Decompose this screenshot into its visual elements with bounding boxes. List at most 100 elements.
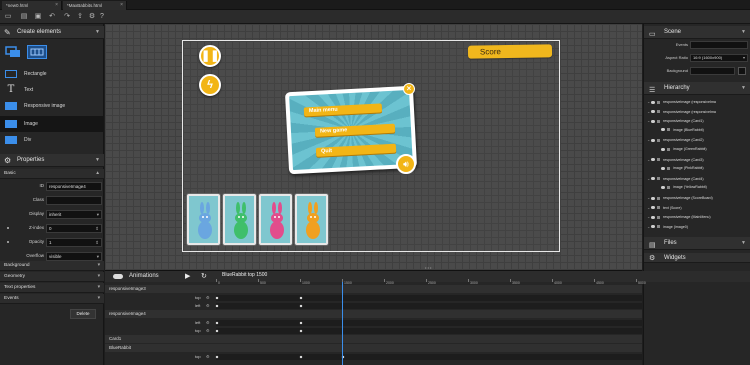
create-responsive-image[interactable]: Responsive image (0, 98, 104, 114)
hierarchy-row[interactable]: ⌄ responsiveImage (ScoreBoard) (647, 193, 713, 203)
create-rectangle[interactable]: Rectangle (0, 66, 104, 82)
close-icon[interactable]: × (120, 1, 123, 10)
card-1[interactable] (187, 194, 220, 245)
hierarchy-header[interactable]: ☰ Hierarchy ▼ (644, 82, 750, 95)
menu-close-button[interactable]: × (403, 83, 415, 95)
text-properties-section-header[interactable]: Text properties ▾ (0, 283, 104, 293)
eye-icon[interactable] (661, 128, 665, 132)
new-game-button[interactable]: New game (314, 123, 396, 137)
delete-button[interactable]: Delete (70, 309, 96, 319)
lock-icon[interactable] (657, 138, 660, 142)
gear-icon[interactable]: ⚙ (206, 294, 210, 302)
card-3[interactable] (259, 194, 292, 245)
prop-overflow-select[interactable]: visible ▾ (46, 252, 102, 261)
lock-icon[interactable] (657, 100, 660, 104)
keyframe-marker[interactable] (299, 321, 303, 325)
lock-icon[interactable] (667, 166, 670, 170)
eye-icon[interactable] (651, 138, 655, 142)
keyframe-dot-icon[interactable] (7, 227, 9, 229)
hierarchy-row[interactable]: image (BlueRabbit) (657, 126, 704, 136)
undo-icon[interactable]: ↶ (47, 12, 57, 22)
tab-maxbabbits[interactable]: *MaxBabbits.html × (63, 1, 127, 10)
create-image[interactable]: Image (0, 116, 104, 132)
hierarchy-row[interactable]: ⌄ responsiveImage (Card1) (647, 116, 704, 126)
tab-new0[interactable]: *new0.html × (2, 1, 62, 10)
eye-icon[interactable] (661, 185, 665, 189)
keyframe-track[interactable] (215, 354, 642, 360)
stepper-icon[interactable]: ⇕ (95, 239, 99, 246)
export-icon[interactable]: ⇪ (75, 12, 85, 22)
gear-icon[interactable]: ⚙ (206, 327, 210, 335)
lock-icon[interactable] (657, 119, 660, 123)
hierarchy-row[interactable]: ⌄ image (image0) (647, 222, 688, 232)
hierarchy-row[interactable]: ⌄ responsiveImage (Card3) (647, 155, 704, 165)
eye-icon[interactable] (651, 158, 655, 162)
card-2[interactable] (223, 194, 256, 245)
timeline-group[interactable]: BlueRabbit (105, 344, 642, 352)
keyframe-track[interactable] (215, 320, 642, 326)
lock-icon[interactable] (657, 177, 660, 181)
redo-icon[interactable]: ↷ (62, 12, 72, 22)
keyframe-dot-icon[interactable] (7, 241, 9, 243)
resize-handle[interactable]: • • • (425, 266, 439, 270)
timeline-group[interactable]: responsiveImage3 (105, 285, 642, 293)
keyframe-marker[interactable] (215, 296, 219, 300)
power-button-element[interactable]: ϟ (199, 74, 221, 96)
close-icon[interactable]: × (55, 1, 58, 10)
hierarchy-row[interactable]: ⌄ responsiveImage (MainMenu) (647, 212, 711, 222)
quit-button[interactable]: Quit (315, 143, 397, 157)
eye-icon[interactable] (651, 110, 655, 114)
open-folder-icon[interactable]: ▤ (19, 12, 29, 22)
keyframe-marker[interactable] (299, 296, 303, 300)
timeline-group[interactable]: Card1 (105, 335, 642, 343)
scene-aspect-select[interactable]: 16:9 (1600x900) ▾ (690, 54, 748, 62)
lock-icon[interactable] (667, 147, 670, 151)
lock-icon[interactable] (657, 215, 660, 219)
scene-header[interactable]: ▭ Scene ▼ (644, 26, 750, 39)
keyframe-marker[interactable] (215, 321, 219, 325)
eye-icon[interactable] (651, 206, 655, 210)
shapes-mode-button[interactable] (2, 44, 24, 60)
prop-opacity-stepper[interactable]: 1 ⇕ (46, 238, 102, 247)
pause-button-element[interactable]: ❚❚ (199, 45, 221, 67)
geometry-section-header[interactable]: Geometry ▾ (0, 272, 104, 282)
color-swatch[interactable] (738, 67, 746, 75)
hierarchy-row[interactable]: image (PinkRabbit) (657, 164, 704, 174)
eye-icon[interactable] (651, 215, 655, 219)
score-board[interactable]: Score (467, 44, 553, 59)
keyframe-marker[interactable] (215, 329, 219, 333)
eye-icon[interactable] (651, 119, 655, 123)
help-icon[interactable]: ? (97, 12, 107, 22)
stepper-icon[interactable]: ⇕ (95, 225, 99, 232)
prop-class-input[interactable] (46, 196, 102, 205)
hierarchy-row[interactable]: ⌄ responsiveImage (responsiveIma (647, 107, 716, 117)
hierarchy-row[interactable]: image (YellowRabbit) (657, 183, 707, 193)
lock-icon[interactable] (657, 110, 660, 114)
lock-icon[interactable] (657, 206, 660, 210)
prop-id-input[interactable]: responsiveImage4 (46, 182, 102, 191)
canvas[interactable]: ❚❚ ϟ Score Main menu New game Quit × 🔊︎ … (105, 24, 642, 270)
main-menu-button[interactable]: Main menu (303, 103, 383, 117)
create-div[interactable]: Div (0, 132, 104, 148)
scene-background-input[interactable] (690, 67, 735, 75)
keyframe-marker[interactable] (299, 329, 303, 333)
responsive-mode-button[interactable] (27, 45, 47, 59)
new-file-icon[interactable]: ▭ (3, 12, 13, 22)
eye-icon[interactable] (651, 196, 655, 200)
keyframe-track[interactable] (215, 303, 642, 309)
hierarchy-row[interactable]: ⌄ responsiveImage (Card4) (647, 174, 704, 184)
eye-icon[interactable] (661, 166, 665, 170)
keyframe-marker[interactable] (299, 304, 303, 308)
settings-icon[interactable]: ⚙ (87, 12, 97, 22)
keyframe-marker[interactable] (299, 355, 303, 359)
gear-icon[interactable]: ⚙ (206, 319, 210, 327)
eye-icon[interactable] (651, 177, 655, 181)
hierarchy-row[interactable]: ⌄ text (Score) (647, 203, 682, 213)
widgets-header[interactable]: ⚙ Widgets (644, 253, 750, 263)
gear-icon[interactable]: ⚙ (206, 302, 210, 310)
lock-icon[interactable] (667, 185, 670, 189)
keyframe-marker[interactable] (215, 304, 219, 308)
hierarchy-row[interactable]: image (GreenRabbit) (657, 145, 707, 155)
keyframe-track[interactable] (215, 295, 642, 301)
create-elements-header[interactable]: ✎ Create elements ▼ (0, 26, 104, 39)
